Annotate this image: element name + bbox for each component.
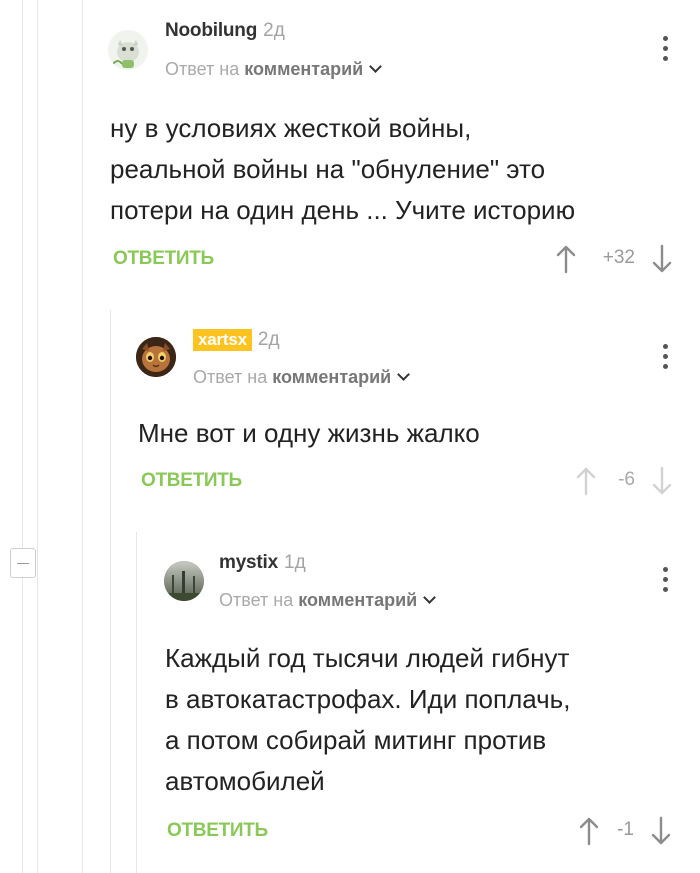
comment-text: Каждый год тысячи людей гибнут в автокат… (165, 638, 570, 802)
comment: mystix 1д Ответ на комментарий Каждый год… (137, 532, 700, 873)
vote-controls: -6 (575, 466, 700, 496)
chevron-down-icon[interactable] (397, 368, 411, 381)
comment: Noobilung 2д Ответ на комментарий ну в ус… (83, 0, 700, 300)
thread-line (22, 0, 23, 873)
comment-time: 1д (284, 552, 306, 573)
avatar-image (108, 30, 148, 70)
reply-to-prefix: Ответ на (165, 59, 240, 79)
comment-text-line: Каждый год тысячи людей гибнут (165, 643, 570, 673)
comment-time: 2д (257, 329, 280, 350)
downvote-arrow-icon[interactable] (651, 244, 673, 274)
chevron-down-icon[interactable] (369, 60, 383, 73)
more-options-icon[interactable] (655, 342, 675, 372)
reply-to-prefix: Ответ на (219, 590, 294, 610)
comment-text-line: а потом собирай митинг против (165, 725, 547, 755)
downvote-arrow-icon[interactable] (650, 816, 672, 846)
comment-text-line: реальной войны на "обнуление" это (110, 154, 546, 184)
author-name[interactable]: Noobilung (165, 20, 257, 41)
upvote-arrow-icon[interactable] (575, 466, 597, 496)
more-options-icon[interactable] (655, 565, 675, 595)
author-name[interactable]: xartsx (193, 329, 252, 351)
vote-controls: -1 (578, 816, 700, 846)
comment-text-line: в автокатастрофах. Иди поплачь, (165, 684, 571, 714)
avatar-image (136, 337, 176, 377)
upvote-arrow-icon[interactable] (555, 244, 577, 274)
avatar[interactable] (136, 337, 176, 377)
comment-header: mystix 1д (219, 552, 306, 574)
upvote-arrow-icon[interactable] (578, 816, 600, 846)
reply-to-comment-link[interactable]: комментарий (244, 59, 363, 79)
comment-header: xartsx 2д (193, 329, 280, 351)
comment: xartsx 2д Ответ на комментарий Мне вот и … (111, 310, 700, 530)
collapse-thread-icon[interactable] (10, 548, 36, 578)
avatar[interactable] (108, 30, 148, 70)
comment-text: Мне вот и одну жизнь жалко (138, 413, 480, 454)
comment-time: 2д (263, 20, 285, 41)
reply-to-comment-link[interactable]: комментарий (272, 367, 391, 387)
reply-button[interactable]: ОТВЕТИТЬ (141, 470, 242, 492)
chevron-down-icon[interactable] (423, 591, 437, 604)
reply-to-comment-link[interactable]: комментарий (298, 590, 417, 610)
reply-to-link[interactable]: Ответ на комментарий (165, 59, 383, 80)
avatar-image (164, 561, 204, 601)
comment-header: Noobilung 2д (165, 20, 285, 42)
comment-score: -6 (618, 469, 635, 490)
comment-text-line: ну в условиях жесткой войны, (110, 113, 472, 143)
comment-text-line: потери на один день ... Учите историю (110, 195, 576, 225)
reply-to-link[interactable]: Ответ на комментарий (219, 590, 437, 611)
author-name[interactable]: mystix (219, 552, 278, 573)
vote-controls: +32 (555, 244, 680, 274)
reply-to-link[interactable]: Ответ на комментарий (193, 367, 411, 388)
comment-text-line: автомобилей (165, 766, 325, 796)
reply-button[interactable]: ОТВЕТИТЬ (167, 820, 268, 842)
comment-text: ну в условиях жесткой войны, реальной во… (110, 108, 575, 231)
reply-to-prefix: Ответ на (193, 367, 268, 387)
more-options-icon[interactable] (655, 34, 675, 64)
reply-button[interactable]: ОТВЕТИТЬ (113, 248, 214, 270)
comment-score: -1 (617, 819, 634, 840)
avatar[interactable] (164, 561, 204, 601)
comment-text-line: Мне вот и одну жизнь жалко (138, 418, 480, 448)
comment-score: +32 (602, 247, 635, 268)
thread-line (37, 0, 38, 873)
downvote-arrow-icon[interactable] (651, 466, 673, 496)
